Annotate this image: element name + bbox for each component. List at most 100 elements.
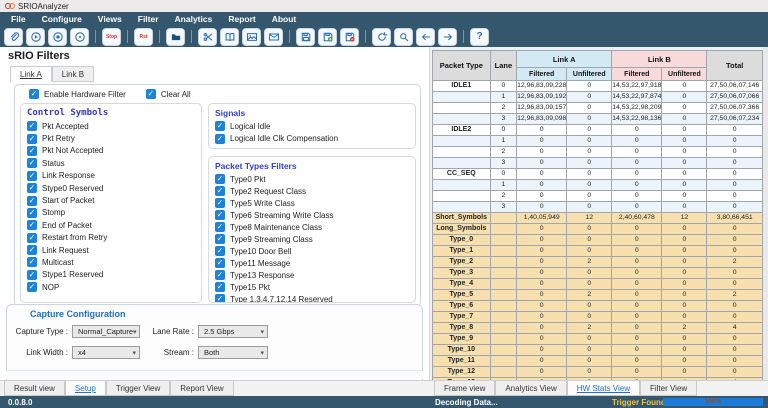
checkbox-checked-icon[interactable]: ✓ <box>215 258 225 268</box>
checkbox-checked-icon[interactable]: ✓ <box>27 257 37 267</box>
table-row-idle1: IDLE1012,96,83,09,228014,53,22,97,918027… <box>433 81 763 92</box>
control-stype1-reserved[interactable]: ✓Stype1 Reserved <box>21 269 201 281</box>
checkbox-checked-icon[interactable]: ✓ <box>27 121 37 131</box>
refresh-button[interactable] <box>372 28 391 46</box>
ptype-type15-pkt[interactable]: ✓Type15 Pkt <box>209 281 415 293</box>
cut-button[interactable] <box>198 28 217 46</box>
view-tab-setup[interactable]: Setup <box>65 381 106 396</box>
control-nop[interactable]: ✓NOP <box>21 281 201 293</box>
checkbox-checked-icon[interactable]: ✓ <box>215 198 225 208</box>
checkbox-checked-icon[interactable]: ✓ <box>146 89 156 99</box>
menu-analytics[interactable]: Analytics <box>167 14 221 24</box>
attach-button[interactable] <box>4 28 23 46</box>
mail-button[interactable] <box>264 28 283 46</box>
control-end-of-packet[interactable]: ✓ End of Packet <box>21 219 201 231</box>
view-tab-hw-stats-view[interactable]: HW Stats View <box>567 381 640 396</box>
checkbox-checked-icon[interactable]: ✓ <box>215 282 225 292</box>
checkbox-checked-icon[interactable]: ✓ <box>27 233 37 243</box>
ptype-type13-response[interactable]: ✓Type13 Response <box>209 269 415 281</box>
zoom-button[interactable] <box>394 28 413 46</box>
checkbox-checked-icon[interactable]: ✓ <box>29 89 39 99</box>
view-tab-trigger-view[interactable]: Trigger View <box>106 381 170 396</box>
check-enable-hardware-filter[interactable]: ✓Enable Hardware Filter <box>23 88 126 100</box>
checkbox-checked-icon[interactable]: ✓ <box>215 174 225 184</box>
ptype-type-1-3-4-7-12-14-reserved[interactable]: ✓Type 1,3,4,7,12,14 Reserved <box>209 293 415 303</box>
ptype-type10-door-bell[interactable]: ✓Type10 Door Bell <box>209 245 415 257</box>
report-book-button[interactable] <box>220 28 239 46</box>
checkbox-checked-icon[interactable]: ✓ <box>215 222 225 232</box>
ptype-type9-streaming-class[interactable]: ✓Type9 Streaming Class <box>209 233 415 245</box>
record-button[interactable] <box>48 28 67 46</box>
menu-file[interactable]: File <box>3 14 34 24</box>
control-status[interactable]: ✓Status <box>21 157 201 169</box>
tab-link-b[interactable]: Link B <box>52 66 94 82</box>
checkbox-checked-icon[interactable]: ✓ <box>27 196 37 206</box>
checkbox-label: End of Packet <box>42 221 92 230</box>
col-link-b-filtered: Filtered <box>612 68 662 81</box>
checkbox-checked-icon[interactable]: ✓ <box>215 246 225 256</box>
back-button[interactable] <box>416 28 435 46</box>
menu-filter[interactable]: Filter <box>130 14 167 24</box>
checkbox-checked-icon[interactable]: ✓ <box>27 245 37 255</box>
checkbox-checked-icon[interactable]: ✓ <box>27 158 37 168</box>
ptype-type6-streaming-write-class[interactable]: ✓Type6 Streaming Write Class <box>209 209 415 221</box>
open-capture-button[interactable] <box>166 28 185 46</box>
menu-views[interactable]: Views <box>90 14 130 24</box>
view-tab-result-view[interactable]: Result view <box>4 381 65 396</box>
control-restart-from-retry[interactable]: ✓Restart from Retry <box>21 232 201 244</box>
snapshot-button[interactable] <box>242 28 261 46</box>
checkbox-checked-icon[interactable]: ✓ <box>27 270 37 280</box>
ptype-type2-request-class[interactable]: ✓Type2 Request Class <box>209 185 415 197</box>
checkbox-checked-icon[interactable]: ✓ <box>27 183 37 193</box>
checkbox-checked-icon[interactable]: ✓ <box>27 171 37 181</box>
stream-select[interactable]: Both▾ <box>198 346 268 359</box>
control-stype0-reserved[interactable]: ✓Stype0 Reserved <box>21 182 201 194</box>
signal-logical-idle-clk-compensation[interactable]: ✓Logical Idle Clk Compensation <box>209 132 415 144</box>
checkbox-checked-icon[interactable]: ✓ <box>27 282 37 292</box>
stop-button[interactable]: Stop <box>102 28 121 46</box>
view-tab-frame-view[interactable]: Frame view <box>434 381 495 396</box>
ptype-type5-write-class[interactable]: ✓Type5 Write Class <box>209 197 415 209</box>
control-pkt-not-accepted[interactable]: ✓Pkt Not Accepted <box>21 145 201 157</box>
control-multicast[interactable]: ✓Multicast <box>21 256 201 268</box>
play-button[interactable] <box>26 28 45 46</box>
checkbox-checked-icon[interactable]: ✓ <box>215 270 225 280</box>
record-circle-icon <box>52 31 64 43</box>
menu-report[interactable]: Report <box>220 14 263 24</box>
control-link-response[interactable]: ✓Link Response <box>21 170 201 182</box>
control-link-request[interactable]: ✓Link Request <box>21 244 201 256</box>
help-button[interactable]: ? <box>470 28 489 46</box>
menu-about[interactable]: About <box>264 14 305 24</box>
save-remove-button[interactable] <box>340 28 359 46</box>
checkbox-checked-icon[interactable]: ✓ <box>215 121 225 131</box>
control-pkt-accepted[interactable]: ✓Pkt Accepted <box>21 120 201 132</box>
reset-button[interactable]: Rst <box>134 28 153 46</box>
control-pkt-retry[interactable]: ✓Pkt Retry <box>21 132 201 144</box>
checkbox-checked-icon[interactable]: ✓ <box>27 208 37 218</box>
checkbox-checked-icon[interactable]: ✓ <box>27 146 37 156</box>
capture-button[interactable] <box>70 28 89 46</box>
checkbox-checked-icon[interactable]: ✓ <box>215 210 225 220</box>
checkbox-checked-icon[interactable]: ✓ <box>215 186 225 196</box>
control-start-of-packet[interactable]: ✓Start of Packet <box>21 194 201 206</box>
ptype-type0-pkt[interactable]: ✓Type0 Pkt <box>209 173 415 185</box>
checkbox-checked-icon[interactable]: ✓ <box>215 134 225 144</box>
tab-link-a[interactable]: Link A <box>10 66 52 82</box>
check-clear-all[interactable]: ✓Clear All <box>140 88 191 100</box>
menu-configure[interactable]: Configure <box>34 14 90 24</box>
control-stomp[interactable]: ✓Stomp <box>21 207 201 219</box>
ptype-type8-maintenance-class[interactable]: ✓Type8 Maintenance Class <box>209 221 415 233</box>
signal-logical-idle[interactable]: ✓Logical Idle <box>209 120 415 132</box>
checkbox-checked-icon[interactable]: ✓ <box>215 294 225 303</box>
view-tab-filter-view[interactable]: Filter View <box>640 381 697 396</box>
save-button[interactable] <box>296 28 315 46</box>
save-add-button[interactable] <box>318 28 337 46</box>
view-tab-report-view[interactable]: Report View <box>170 381 233 396</box>
lane-rate-select[interactable]: 2.5 Gbps▾ <box>198 325 268 338</box>
checkbox-checked-icon[interactable]: ✓ <box>27 220 37 230</box>
checkbox-checked-icon[interactable]: ✓ <box>215 234 225 244</box>
ptype-type11-message[interactable]: ✓Type11 Message <box>209 257 415 269</box>
forward-button[interactable] <box>438 28 457 46</box>
view-tab-analytics-view[interactable]: Analytics View <box>495 381 566 396</box>
checkbox-checked-icon[interactable]: ✓ <box>27 134 37 144</box>
